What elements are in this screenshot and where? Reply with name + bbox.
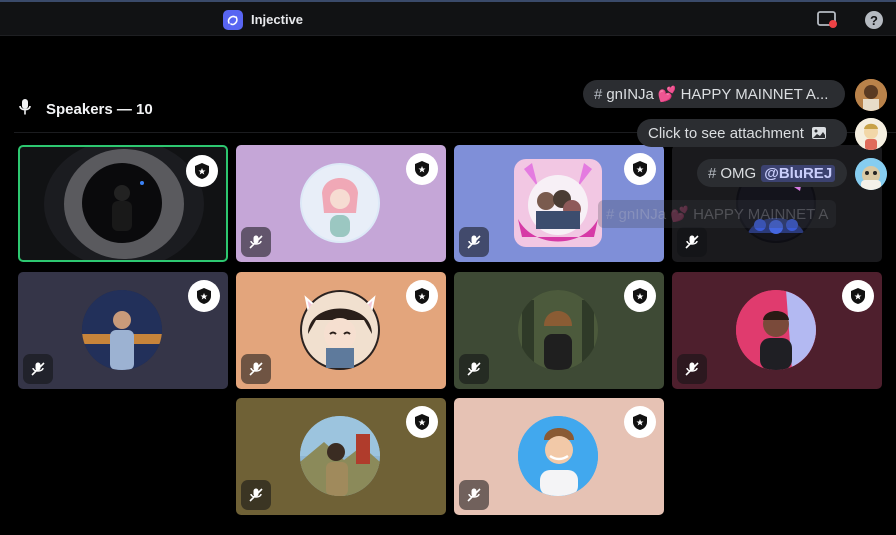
- channel-hash-icon: #: [594, 85, 603, 103]
- moderator-badge-icon: [842, 280, 874, 312]
- moderator-badge-icon: [186, 155, 218, 187]
- avatar[interactable]: [855, 158, 887, 190]
- avatar: [518, 290, 598, 370]
- moderator-badge-icon: [406, 153, 438, 185]
- avatar: [82, 163, 162, 243]
- speaker-tile[interactable]: [672, 272, 882, 389]
- toast-channel: gnINJa: [606, 85, 654, 103]
- mention-toast[interactable]: # OMG @BluREJ: [697, 159, 847, 187]
- message-toast[interactable]: # gnINJa 💕 HAPPY MAINNET A...: [583, 80, 845, 108]
- microphone-icon: [18, 98, 32, 121]
- avatar: [300, 290, 380, 370]
- user-mention[interactable]: @BluREJ: [761, 164, 836, 182]
- title-bar: Injective ?: [0, 0, 896, 36]
- moderator-badge-icon: [624, 153, 656, 185]
- toast-text: HAPPY MAINNET A...: [680, 85, 829, 103]
- stage-header: Speakers — 10: [18, 98, 153, 121]
- moderator-badge-icon: [624, 280, 656, 312]
- muted-mic-icon: [459, 354, 489, 384]
- channel-hash-icon: #: [708, 164, 717, 182]
- image-icon: [811, 125, 827, 141]
- muted-mic-icon: [241, 354, 271, 384]
- moderator-badge-icon: [406, 280, 438, 312]
- speaker-tile[interactable]: [454, 398, 664, 515]
- attachment-toast[interactable]: Click to see attachment: [637, 119, 847, 147]
- muted-mic-icon: [241, 480, 271, 510]
- fading-notification: # gnINJa 💕 HAPPY MAINNET A: [598, 200, 837, 228]
- speakers-heading: Speakers — 10: [46, 101, 153, 118]
- speaker-tile[interactable]: [236, 145, 446, 262]
- avatar[interactable]: [855, 79, 887, 111]
- avatar: [736, 290, 816, 370]
- avatar: [300, 416, 380, 496]
- speaker-tile[interactable]: [236, 272, 446, 389]
- avatar[interactable]: [855, 118, 887, 150]
- avatar: [518, 416, 598, 496]
- muted-mic-icon: [459, 480, 489, 510]
- speaker-tile[interactable]: [454, 272, 664, 389]
- screen-share-icon[interactable]: [817, 10, 839, 30]
- moderator-badge-icon: [406, 406, 438, 438]
- injective-logo-icon: [223, 10, 243, 30]
- speaker-tile[interactable]: [18, 272, 228, 389]
- speaker-tile[interactable]: [236, 398, 446, 515]
- toast-channel: OMG: [720, 164, 757, 182]
- avatar: [82, 290, 162, 370]
- toast-text: Click to see attachment: [648, 124, 804, 142]
- moderator-badge-icon: [624, 406, 656, 438]
- muted-mic-icon: [241, 227, 271, 257]
- heart-emoji: 💕: [657, 86, 677, 103]
- app-title: Injective: [251, 12, 304, 27]
- muted-mic-icon: [459, 227, 489, 257]
- muted-mic-icon: [677, 227, 707, 257]
- muted-mic-icon: [23, 354, 53, 384]
- speaker-tile[interactable]: [18, 145, 228, 262]
- muted-mic-icon: [677, 354, 707, 384]
- avatar: [300, 163, 380, 243]
- help-icon[interactable]: ?: [865, 11, 883, 29]
- moderator-badge-icon: [188, 280, 220, 312]
- avatar: [514, 159, 602, 247]
